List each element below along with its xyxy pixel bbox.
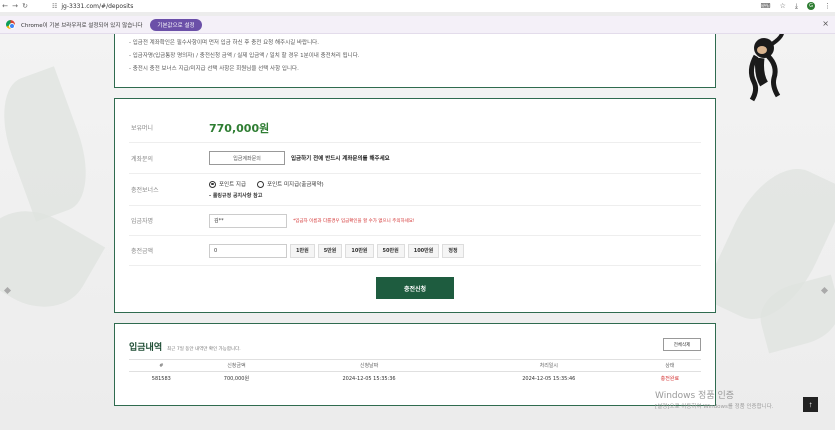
history-subtitle: 최근 7일 동안 내역만 확인 가능합니다.: [167, 347, 241, 352]
history-header-row: # 신청금액 신청날짜 처리일시 상태: [129, 359, 701, 372]
bonus-row: 충전보너스 포인트 지급 포인트 미지급(출금제약) - 롤링규정 공지사항 참…: [129, 174, 701, 206]
set-default-button[interactable]: 기본값으로 설정: [150, 18, 202, 31]
amount-100k-button[interactable]: 10만원: [345, 243, 374, 258]
history-header: 입금내역 최근 7일 동안 내역만 확인 가능합니다.: [129, 340, 701, 353]
amount-input[interactable]: 0: [209, 243, 287, 258]
account-inquiry-label: 계좌문의: [131, 155, 154, 163]
balance-row: 보유머니 770,000원: [129, 113, 701, 143]
forward-icon[interactable]: →: [10, 0, 20, 12]
arrow-up-icon: ↑: [808, 400, 813, 409]
menu-kebab-icon[interactable]: ⋮: [824, 2, 831, 10]
chrome-logo-icon: [6, 20, 15, 29]
account-inquiry-note: 입금하기 전에 반드시 계좌문의를 해주세요: [291, 156, 390, 162]
reload-icon[interactable]: ↻: [20, 0, 30, 12]
row-id: 581583: [151, 375, 171, 382]
row-request-date: 2024-12-05 15:35:36: [342, 375, 396, 382]
bonus-no-label[interactable]: 포인트 미지급(출금제약): [267, 180, 324, 188]
monkey-mascot-icon: [748, 34, 784, 102]
bookmark-star-icon[interactable]: ☆: [780, 2, 786, 10]
back-icon[interactable]: ←: [0, 0, 10, 12]
column-header: 처리일시: [458, 359, 639, 372]
bonus-radio-group: 포인트 지급 포인트 미지급(출금제약): [209, 180, 324, 188]
bonus-note: - 롤링규정 공지사항 참고: [209, 193, 263, 199]
notice-line: - 입금전 계좌확인은 필수사항이며 먼저 입금 하신 후 충전 요청 해주시길…: [129, 40, 319, 46]
account-inquiry-row: 계좌문의 입금계좌문의 입금하기 전에 반드시 계좌문의를 해주세요: [129, 143, 701, 174]
depositor-label: 입금자명: [131, 218, 154, 225]
deposit-form-panel: 보유머니 770,000원 계좌문의 입금계좌문의 입금하기 전에 반드시 계좌…: [114, 98, 716, 313]
infobar-message: Chrome이 기본 브라우저로 설정되어 있지 않습니다: [21, 22, 143, 29]
row-processed-date: 2024-12-05 15:35:46: [522, 375, 576, 382]
windows-activation-watermark: Windows 정품 인증 [설정]으로 이동하여 Windows를 정품 인증…: [655, 388, 774, 410]
bonus-options: 포인트 지급 포인트 미지급(출금제약) - 롤링규정 공지사항 참고: [209, 180, 324, 199]
column-header: 신청금액: [193, 359, 280, 372]
download-icon[interactable]: ⤓: [795, 2, 798, 11]
deposit-history-panel: 입금내역 최근 7일 동안 내역만 확인 가능합니다. 전체삭제 # 신청금액 …: [114, 323, 716, 406]
notice-line: - 충전시 충전 보너스 지급/미지급 선택 사항은 회원님을 선택 사항 입니…: [129, 66, 299, 72]
deposit-notice-panel: - 입금전 계좌확인은 필수사항이며 먼저 입금 하신 후 충전 요청 해주시길…: [114, 34, 716, 88]
browser-toolbar: ← → ↻ ☷ jg-3331.com/#/deposits ⌨ ☆ ⤓ G ⋮: [0, 0, 835, 12]
scroll-to-top-button[interactable]: ↑: [803, 397, 818, 412]
depositor-input[interactable]: 김**: [209, 213, 287, 228]
site-info-icon[interactable]: ☷: [52, 3, 57, 10]
history-title: 입금내역: [129, 343, 163, 353]
status-badge: 충전완료: [660, 376, 680, 383]
column-header: #: [129, 359, 194, 372]
amount-10k-button[interactable]: 1만원: [290, 243, 315, 258]
column-header: 신청날짜: [279, 359, 459, 372]
column-header: 상태: [638, 359, 701, 372]
notice-line: - 입금자명(입금통장 명의자) / 충전신청 금액 / 실제 입금액 / 일치…: [129, 53, 360, 59]
toolbar-actions: ⌨ ☆ ⤓ G ⋮: [761, 0, 831, 12]
bonus-no-radio[interactable]: [257, 180, 265, 188]
amount-50k-button[interactable]: 5만원: [317, 243, 343, 258]
amount-label: 충전금액: [131, 248, 154, 255]
depositor-warning: *입금자 이름과 다를경우 입금확인을 할 수가 없으니 주의하세요!: [293, 218, 415, 224]
bonus-yes-label[interactable]: 포인트 지급: [219, 180, 246, 188]
amount-500k-button[interactable]: 50만원: [376, 243, 405, 258]
balance-label: 보유머니: [131, 125, 154, 132]
close-icon[interactable]: ×: [822, 19, 829, 28]
amount-1m-button[interactable]: 100만원: [407, 243, 440, 258]
amount-row: 충전금액 0 1만원 5만원 10만원 50만원 100만원 정정: [129, 236, 701, 266]
history-table: # 신청금액 신청날짜 처리일시 상태 581583 700,000원 2024…: [129, 359, 701, 386]
bonus-yes-radio[interactable]: [209, 180, 216, 188]
watermark-title: Windows 정품 인증: [655, 391, 735, 401]
depositor-row: 입금자명 김** *입금자 이름과 다를경우 입금확인을 할 수가 없으니 주의…: [129, 206, 701, 236]
translate-icon[interactable]: ⌨: [761, 2, 771, 10]
amount-reset-button[interactable]: 정정: [442, 243, 464, 258]
default-browser-infobar: Chrome이 기본 브라우저로 설정되어 있지 않습니다 기본값으로 설정 ×: [0, 16, 835, 34]
background-leaf: [0, 66, 102, 222]
bonus-label: 충전보너스: [131, 187, 159, 194]
address-bar[interactable]: ☷ jg-3331.com/#/deposits: [52, 1, 752, 11]
delete-all-button[interactable]: 전체삭제: [663, 338, 701, 351]
account-inquiry-button[interactable]: 입금계좌문의: [209, 151, 285, 165]
profile-avatar[interactable]: G: [807, 2, 815, 10]
table-row: 581583 700,000원 2024-12-05 15:35:36 2024…: [129, 372, 701, 386]
balance-value: 770,000원: [209, 121, 270, 135]
row-amount: 700,000원: [223, 376, 250, 383]
url-text: jg-3331.com/#/deposits: [61, 2, 134, 10]
page-content: - 입금전 계좌확인은 필수사항이며 먼저 입금 하신 후 충전 요청 해주시길…: [0, 34, 835, 430]
watermark-subtitle: [설정]으로 이동하여 Windows를 정품 인증합니다.: [655, 404, 774, 410]
deposit-submit-button[interactable]: 충전신청: [376, 277, 454, 299]
